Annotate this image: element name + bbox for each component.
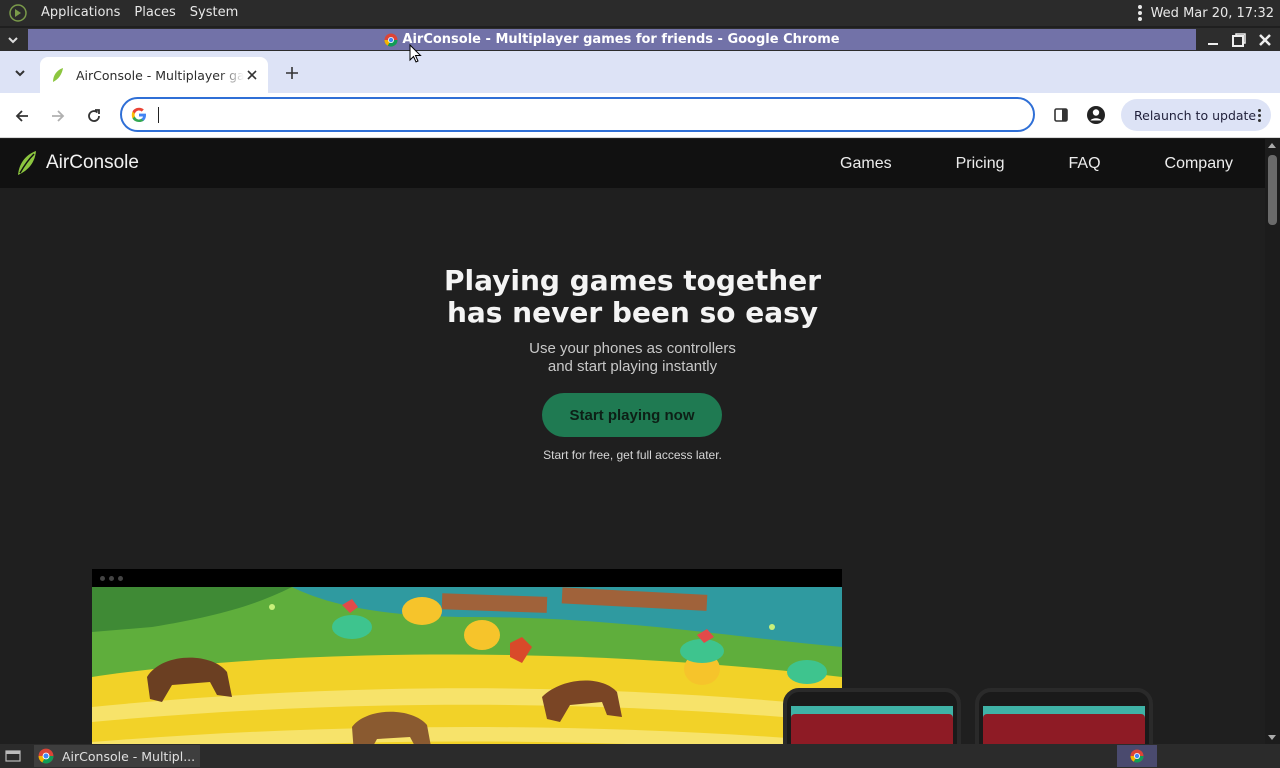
minimize-button[interactable] [1202,29,1224,51]
back-arrow-icon[interactable] [9,103,35,129]
google-g-icon [130,106,148,124]
phone-controller-2 [975,688,1153,744]
tab-airconsole[interactable]: AirConsole - Multiplayer games for frien… [40,57,268,93]
browser-toolbar: Relaunch to update [0,93,1280,138]
web-page: AirConsole Games Pricing FAQ Company Pla… [0,139,1265,744]
menu-places[interactable]: Places [127,0,182,26]
clock[interactable]: Wed Mar 20, 17:32 [1151,6,1274,21]
panel-menu-icon[interactable] [1133,4,1147,22]
mouse-cursor-icon [409,44,422,63]
chrome-icon [384,33,398,46]
nav-pricing[interactable]: Pricing [956,155,1005,173]
hero-title-line1: Playing games together [443,264,821,297]
relaunch-label: Relaunch to update [1134,107,1257,123]
airconsole-logo[interactable]: AirConsole [16,150,139,176]
phone-controller-1 [783,688,961,744]
tab-search-chevron-icon[interactable] [8,61,32,85]
start-playing-button[interactable]: Start playing now [542,393,722,437]
hero-sub-line2: and start playing instantly [547,358,718,375]
scroll-down-arrow-icon[interactable] [1268,735,1276,740]
tab-close-icon[interactable] [244,67,260,83]
hero-title-line2: has never been so easy [446,296,819,329]
hero-sub-line1: Use your phones as controllers [529,340,736,357]
mock-window-bar [92,569,842,587]
scroll-up-arrow-icon[interactable] [1268,143,1276,148]
workspace-switcher[interactable] [1117,745,1157,767]
side-panel-icon[interactable] [1049,103,1073,127]
reload-icon[interactable] [81,103,107,129]
nav-faq[interactable]: FAQ [1069,155,1101,173]
chrome-icon [38,748,54,764]
profile-avatar-icon[interactable] [1084,103,1108,127]
omnibox-input[interactable] [160,103,1020,127]
tab-title: AirConsole - Multiplayer games for frien… [76,67,244,83]
forward-arrow-icon[interactable] [45,103,71,129]
new-tab-plus-icon[interactable] [280,61,304,85]
logo-text: AirConsole [46,152,139,173]
relaunch-update-button[interactable]: Relaunch to update [1121,99,1271,131]
site-nav-links: Games Pricing FAQ Company [840,139,1233,188]
hero-subtitle: Use your phones as controllers and start… [0,340,1265,376]
window-title-text: AirConsole - Multiplayer games for frien… [402,32,840,47]
page-scrollbar[interactable] [1265,139,1280,744]
text-caret [158,106,159,123]
maximize-button[interactable] [1228,29,1250,51]
game-screenshot [92,587,842,744]
taskbar-task-label: AirConsole - Multipl... [62,748,196,764]
address-bar[interactable] [120,97,1035,132]
hero-title: Playing games together has never been so… [0,265,1265,329]
window-titlebar: AirConsole - Multiplayer games for frien… [0,28,1280,51]
nav-games[interactable]: Games [840,155,892,173]
gnome-foot-icon[interactable] [8,3,28,23]
window-title: AirConsole - Multiplayer games for frien… [28,29,1196,50]
tab-strip: AirConsole - Multiplayer games for frien… [0,51,1280,93]
airconsole-leaf-icon [18,151,36,175]
cta-note: Start for free, get full access later. [543,448,722,462]
close-window-button[interactable] [1254,29,1276,51]
bottom-taskbar: AirConsole - Multipl... [0,744,1280,768]
airconsole-favicon-icon [53,68,63,82]
scrollbar-thumb[interactable] [1268,155,1277,225]
taskbar-chrome-window[interactable]: AirConsole - Multipl... [34,745,200,767]
chrome-menu-icon[interactable] [1258,108,1261,122]
show-desktop-icon[interactable] [2,745,24,767]
chrome-icon [1130,749,1144,763]
menu-applications[interactable]: Applications [34,0,127,26]
game-preview-window [92,569,842,744]
window-menu-chevron-icon[interactable] [0,28,26,51]
top-panel: Applications Places System Wed Mar 20, 1… [0,0,1280,26]
site-header: AirConsole Games Pricing FAQ Company [0,139,1265,188]
nav-company[interactable]: Company [1165,155,1233,173]
menu-system[interactable]: System [183,0,245,26]
